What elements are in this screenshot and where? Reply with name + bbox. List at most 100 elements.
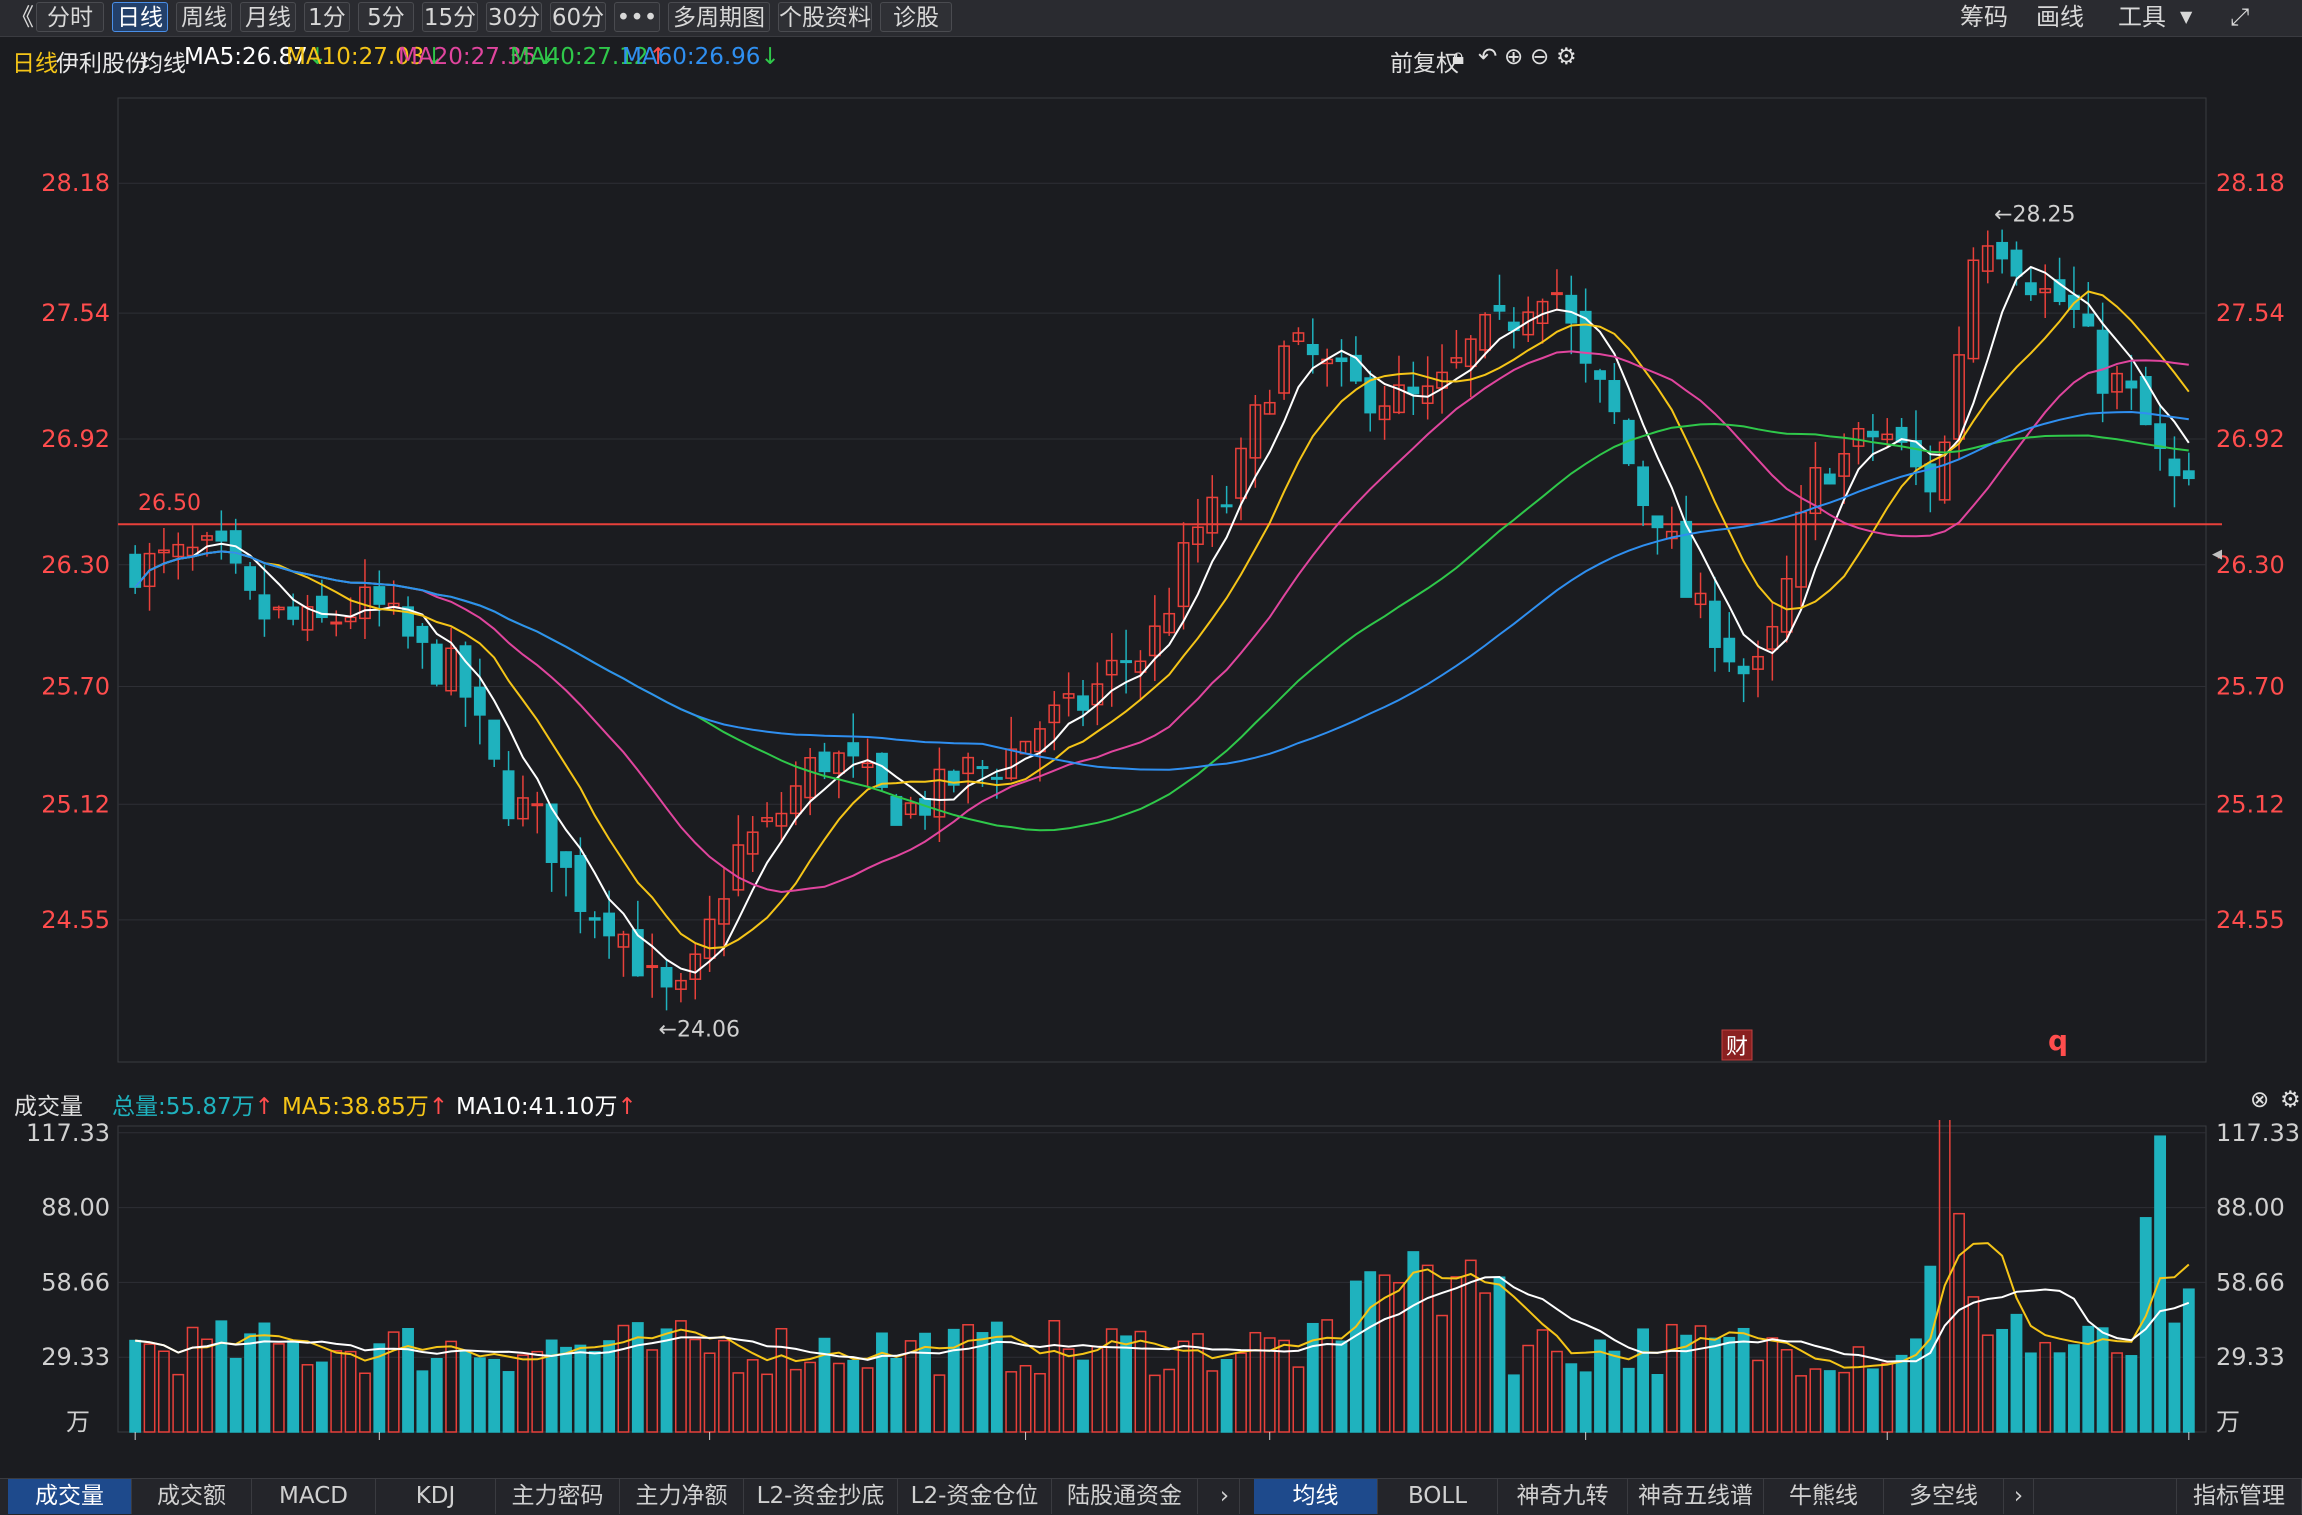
volume-bar xyxy=(1019,1364,1032,1433)
volume-bar xyxy=(344,1350,357,1433)
volume-bar xyxy=(201,1338,213,1433)
volume-bar xyxy=(1881,1362,1894,1433)
overlay-tab-4[interactable]: 牛熊线 xyxy=(1764,1479,1884,1514)
candle-body xyxy=(416,625,429,643)
volume-bar xyxy=(2182,1288,2195,1433)
volume-ma5: MA5:38.85万↑ xyxy=(282,1094,449,1120)
overlay-tab-5[interactable]: 多空线 xyxy=(1884,1479,2004,1514)
bottom-tab-0[interactable]: 成交量 xyxy=(8,1479,132,1514)
volume-bar xyxy=(473,1357,486,1433)
volume-bar xyxy=(588,1350,601,1433)
overlay-tab-1[interactable]: BOLL xyxy=(1378,1479,1498,1514)
volume-bar xyxy=(402,1328,414,1433)
high-label: ←28.25 xyxy=(1994,203,2075,228)
volume-bar xyxy=(1651,1373,1664,1433)
price-tick-left: 27.54 xyxy=(41,299,110,327)
volume-bar xyxy=(287,1340,300,1433)
volume-bar xyxy=(387,1331,400,1433)
bottom-tab-6[interactable]: L2-资金抄底 xyxy=(744,1479,898,1514)
volume-settings-icon[interactable]: ⚙ xyxy=(2280,1087,2301,1113)
volume-bar xyxy=(502,1371,515,1433)
volume-bar xyxy=(2010,1313,2023,1433)
volume-bar xyxy=(1005,1371,1018,1433)
volume-bar xyxy=(215,1320,228,1433)
bottom-tab-1[interactable]: 成交额 xyxy=(132,1479,252,1514)
bottom-tab-5[interactable]: 主力净额 xyxy=(620,1479,744,1514)
candle-body xyxy=(646,965,659,969)
candle-body xyxy=(847,742,860,757)
candle-body xyxy=(1996,241,2009,260)
bottom-tab-3[interactable]: KDJ xyxy=(376,1479,496,1514)
volume-bar xyxy=(2068,1344,2080,1433)
volume-bar xyxy=(1536,1329,1549,1433)
volume-bar xyxy=(1163,1368,1176,1433)
volume-bar xyxy=(1421,1264,1434,1433)
candle-body xyxy=(330,621,343,625)
ma5-line xyxy=(134,265,2190,974)
candle-body xyxy=(1565,294,1578,324)
kline-chart[interactable]: 28.18 28.18 27.54 27.54 26.92 26.92 26.30 26.30… xyxy=(0,0,2302,1440)
volume-bar xyxy=(1278,1339,1290,1433)
volume-bar xyxy=(603,1340,616,1433)
scroll-right-icon-2[interactable]: › xyxy=(2004,1479,2034,1514)
volume-unit-right: 万 xyxy=(2216,1408,2240,1436)
volume-bar xyxy=(1249,1331,1262,1433)
overlay-tab-3[interactable]: 神奇五线谱 xyxy=(1628,1479,1764,1514)
candle-body xyxy=(1349,354,1362,382)
volume-ma10: MA10:41.10万↑ xyxy=(456,1094,637,1120)
candle-body xyxy=(1637,466,1650,507)
volume-bar xyxy=(1134,1330,1147,1433)
volume-bar xyxy=(1866,1368,1879,1433)
candle-body xyxy=(473,686,486,716)
candle-body xyxy=(560,851,572,868)
candle-body xyxy=(459,645,472,698)
volume-bar xyxy=(1823,1370,1836,1433)
overlay-tab-0[interactable]: 均线 xyxy=(1254,1479,1378,1514)
price-tick-left: 24.55 xyxy=(41,906,110,934)
price-tick-right: 25.12 xyxy=(2216,790,2285,818)
volume-bar xyxy=(1838,1371,1851,1433)
price-tick-left: 26.30 xyxy=(41,551,110,579)
volume-bar xyxy=(488,1358,501,1433)
price-tick-right: 27.54 xyxy=(2216,299,2285,327)
volume-bar xyxy=(1766,1337,1779,1433)
price-tick-left: 25.12 xyxy=(41,790,110,818)
price-tick-right: 28.18 xyxy=(2216,169,2285,197)
volume-bar xyxy=(1895,1354,1908,1433)
bottom-tab-2[interactable]: MACD xyxy=(252,1479,376,1514)
candle-body xyxy=(1220,504,1233,508)
volume-tick-right: 29.33 xyxy=(2216,1343,2285,1371)
bottom-tab-4[interactable]: 主力密码 xyxy=(496,1479,620,1514)
volume-bar xyxy=(157,1350,170,1433)
volume-bar xyxy=(1737,1327,1750,1433)
candle-body xyxy=(818,751,831,773)
indicator-manage-button[interactable]: 指标管理 xyxy=(2176,1479,2302,1514)
volume-bar xyxy=(172,1373,185,1433)
bottom-tab-8[interactable]: 陆股通资金 xyxy=(1052,1479,1198,1514)
price-tick-left: 26.92 xyxy=(41,425,110,453)
scroll-right-icon[interactable]: › xyxy=(1210,1479,1240,1514)
price-tick-right: 24.55 xyxy=(2216,906,2285,934)
volume-bar xyxy=(646,1349,659,1433)
volume-bar xyxy=(430,1357,443,1433)
overlay-tab-2[interactable]: 神奇九转 xyxy=(1498,1479,1628,1514)
candle-body xyxy=(1823,473,1836,485)
ma10-line xyxy=(134,290,2190,950)
price-tick-right: 26.92 xyxy=(2216,425,2285,453)
candle-body xyxy=(976,766,989,770)
candle-body xyxy=(660,967,673,988)
volume-bar xyxy=(1263,1337,1276,1433)
bottom-tab-7[interactable]: L2-资金仓位 xyxy=(898,1479,1052,1514)
finance-badge: 财 xyxy=(1726,1035,1748,1060)
volume-tick-right: 117.33 xyxy=(2216,1119,2300,1147)
volume-bar xyxy=(1967,1296,1980,1433)
candle-body xyxy=(1608,380,1621,413)
volume-bar xyxy=(746,1359,759,1433)
volume-title[interactable]: 成交量 xyxy=(14,1087,83,1121)
volume-ma10-line xyxy=(135,1275,2190,1363)
close-icon[interactable]: ⊗ xyxy=(2250,1087,2269,1113)
volume-bar xyxy=(1120,1335,1133,1433)
volume-bar xyxy=(2168,1322,2181,1433)
volume-bar xyxy=(2096,1327,2109,1433)
volume-bar xyxy=(229,1357,242,1433)
